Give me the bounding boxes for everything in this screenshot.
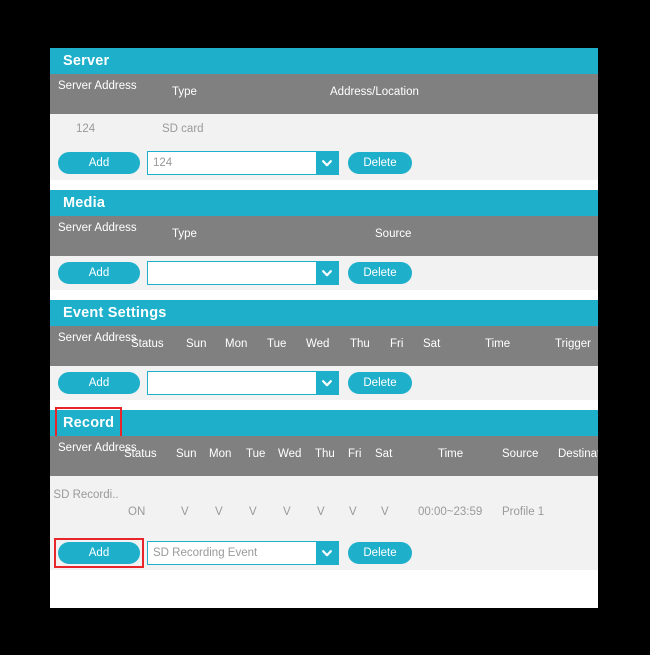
section-record-title-label: Record bbox=[54, 407, 123, 439]
record-row-time: 00:00~23:59 bbox=[418, 506, 483, 518]
col-sat: Sat bbox=[423, 338, 441, 350]
section-record-title: Record bbox=[50, 407, 598, 439]
record-row-tue: V bbox=[249, 506, 257, 518]
col-status: Status bbox=[124, 448, 157, 460]
record-controls: Add SD Recording Event Delete bbox=[50, 536, 598, 570]
record-delete-button[interactable]: Delete bbox=[348, 542, 412, 564]
col-thu: Thu bbox=[350, 338, 370, 350]
col-sun: Sun bbox=[176, 448, 197, 460]
col-destination: Destination bbox=[558, 448, 598, 460]
record-add-button[interactable]: Add bbox=[58, 542, 140, 564]
section-media: Media Server Address Type Source Add Del… bbox=[50, 190, 598, 290]
col-fri: Fri bbox=[390, 338, 404, 350]
col-tue: Tue bbox=[246, 448, 266, 460]
media-delete-button[interactable]: Delete bbox=[348, 262, 412, 284]
section-record: Record Server Address Status Sun Mon Tue… bbox=[50, 407, 598, 570]
col-server-address: Server Address bbox=[58, 442, 137, 454]
section-event-settings: Event Settings Server Address Status Sun… bbox=[50, 300, 598, 400]
server-select-value: 124 bbox=[153, 157, 173, 169]
col-sun: Sun bbox=[186, 338, 207, 350]
col-source: Source bbox=[502, 448, 539, 460]
server-add-button[interactable]: Add bbox=[58, 152, 140, 174]
event-settings-table-header: Server Address Status Sun Mon Tue Wed Th… bbox=[50, 326, 598, 366]
server-row-address[interactable]: 124 bbox=[76, 123, 95, 135]
chevron-down-icon[interactable] bbox=[316, 542, 338, 564]
server-table-body: 124 SD card bbox=[50, 114, 598, 146]
event-settings-controls: Add Delete bbox=[50, 366, 598, 400]
server-table-header: Server Address Type Address/Location bbox=[50, 74, 598, 114]
col-type: Type bbox=[172, 228, 197, 240]
col-server-address: Server Address bbox=[58, 332, 137, 344]
col-mon: Mon bbox=[209, 448, 232, 460]
chevron-down-icon[interactable] bbox=[316, 152, 338, 174]
record-select-value: SD Recording Event bbox=[153, 547, 258, 559]
record-row-wed: V bbox=[283, 506, 291, 518]
record-table-header: Server Address Status Sun Mon Tue Wed Th… bbox=[50, 436, 598, 476]
col-time: Time bbox=[438, 448, 464, 460]
event-settings-delete-button[interactable]: Delete bbox=[348, 372, 412, 394]
server-controls: Add 124 Delete bbox=[50, 146, 598, 180]
section-media-title-label: Media bbox=[63, 195, 106, 211]
section-server-title-label: Server bbox=[63, 53, 110, 69]
col-trigger: Trigger bbox=[555, 338, 591, 350]
record-row-source: Profile 1 bbox=[502, 506, 545, 518]
chevron-down-icon[interactable] bbox=[316, 262, 338, 284]
col-thu: Thu bbox=[315, 448, 335, 460]
col-sat: Sat bbox=[375, 448, 393, 460]
record-row-thu: V bbox=[317, 506, 325, 518]
record-row-address[interactable]: SD Recordi.. bbox=[50, 484, 122, 507]
media-select[interactable] bbox=[147, 261, 339, 285]
section-server-title: Server bbox=[50, 48, 598, 74]
event-settings-select[interactable] bbox=[147, 371, 339, 395]
col-server-address: Server Address bbox=[58, 80, 137, 92]
media-add-button[interactable]: Add bbox=[58, 262, 140, 284]
col-fri: Fri bbox=[348, 448, 362, 460]
spacer-2 bbox=[50, 290, 598, 300]
record-row-mon: V bbox=[215, 506, 223, 518]
server-select[interactable]: 124 bbox=[147, 151, 339, 175]
spacer-3 bbox=[50, 400, 598, 410]
record-row-sat: V bbox=[381, 506, 389, 518]
record-table-row: SD Recordi.. ON V V V V V V V 00:00~23:5… bbox=[50, 476, 598, 536]
col-mon: Mon bbox=[225, 338, 248, 350]
col-wed: Wed bbox=[278, 448, 302, 460]
col-server-address: Server Address bbox=[58, 222, 137, 234]
col-status: Status bbox=[131, 338, 164, 350]
col-source: Source bbox=[375, 228, 412, 240]
media-controls: Add Delete bbox=[50, 256, 598, 290]
section-event-settings-title-label: Event Settings bbox=[63, 305, 167, 321]
server-delete-button[interactable]: Delete bbox=[348, 152, 412, 174]
col-wed: Wed bbox=[306, 338, 330, 350]
record-select[interactable]: SD Recording Event bbox=[147, 541, 339, 565]
record-row-sun: V bbox=[181, 506, 189, 518]
section-server: Server Server Address Type Address/Locat… bbox=[50, 48, 598, 180]
col-address-location: Address/Location bbox=[330, 86, 419, 98]
chevron-down-icon[interactable] bbox=[316, 372, 338, 394]
spacer-1 bbox=[50, 180, 598, 190]
col-tue: Tue bbox=[267, 338, 287, 350]
record-row-fri: V bbox=[349, 506, 357, 518]
event-settings-add-button[interactable]: Add bbox=[58, 372, 140, 394]
media-table-header: Server Address Type Source bbox=[50, 216, 598, 256]
settings-page: Server Server Address Type Address/Locat… bbox=[50, 48, 598, 608]
section-media-title: Media bbox=[50, 190, 598, 216]
col-time: Time bbox=[485, 338, 511, 350]
record-row-status: ON bbox=[128, 506, 146, 518]
col-type: Type bbox=[172, 86, 197, 98]
server-row-type: SD card bbox=[162, 123, 204, 135]
section-event-settings-title: Event Settings bbox=[50, 300, 598, 326]
